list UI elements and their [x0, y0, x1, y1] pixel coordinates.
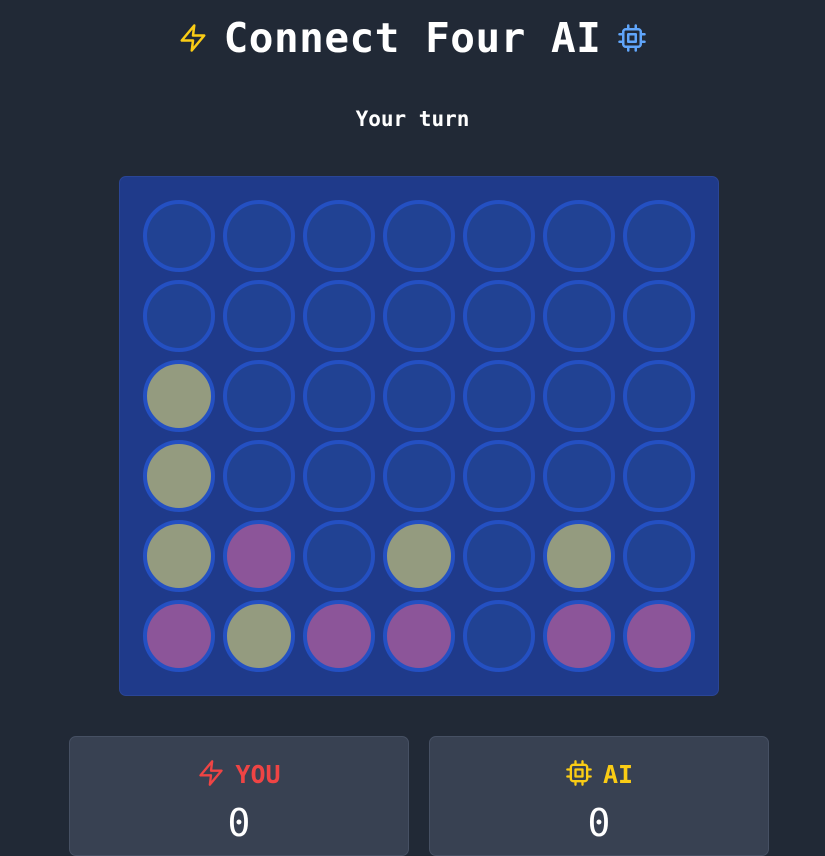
player-disc [143, 360, 215, 432]
board-cell[interactable] [219, 596, 299, 676]
player-score-value: 0 [227, 801, 251, 845]
board-cell[interactable] [459, 596, 539, 676]
board-cell[interactable] [619, 516, 699, 596]
ai-disc [223, 520, 295, 592]
board-cell[interactable] [459, 356, 539, 436]
ai-disc [623, 600, 695, 672]
ai-score-label: AI [602, 760, 634, 789]
ai-score-card: AI 0 [429, 736, 769, 856]
board-cell[interactable] [219, 356, 299, 436]
empty-slot [223, 200, 295, 272]
empty-slot [543, 440, 615, 512]
empty-slot [383, 280, 455, 352]
board-cell[interactable] [299, 596, 379, 676]
cpu-chip-icon [565, 759, 593, 791]
empty-slot [143, 200, 215, 272]
board-cell[interactable] [459, 436, 539, 516]
empty-slot [383, 440, 455, 512]
board-cell[interactable] [379, 596, 459, 676]
ai-disc [543, 600, 615, 672]
board-cell[interactable] [619, 276, 699, 356]
player-disc [223, 600, 295, 672]
app-title: Connect Four AI [223, 14, 602, 62]
empty-slot [623, 280, 695, 352]
cpu-chip-icon [617, 23, 647, 53]
board-cell[interactable] [379, 436, 459, 516]
board-cell[interactable] [539, 196, 619, 276]
board-cell[interactable] [139, 276, 219, 356]
board-cell[interactable] [139, 356, 219, 436]
empty-slot [543, 280, 615, 352]
empty-slot [463, 280, 535, 352]
player-score-card: YOU 0 [69, 736, 409, 856]
board-cell[interactable] [539, 436, 619, 516]
empty-slot [463, 200, 535, 272]
empty-slot [383, 200, 455, 272]
board-cell[interactable] [219, 276, 299, 356]
player-disc [143, 520, 215, 592]
empty-slot [623, 200, 695, 272]
ai-disc [143, 600, 215, 672]
empty-slot [463, 360, 535, 432]
board-cell[interactable] [539, 516, 619, 596]
board-cell[interactable] [459, 196, 539, 276]
player-disc [143, 440, 215, 512]
board-cell[interactable] [139, 196, 219, 276]
board-cell[interactable] [139, 516, 219, 596]
board-cell[interactable] [219, 436, 299, 516]
header: Connect Four AI [0, 14, 825, 62]
board-cell[interactable] [539, 356, 619, 436]
empty-slot [463, 600, 535, 672]
board-cell[interactable] [379, 276, 459, 356]
ai-disc [383, 600, 455, 672]
empty-slot [543, 360, 615, 432]
board-cell[interactable] [619, 596, 699, 676]
empty-slot [623, 440, 695, 512]
empty-slot [303, 360, 375, 432]
board-cell[interactable] [379, 356, 459, 436]
empty-slot [463, 440, 535, 512]
empty-slot [143, 280, 215, 352]
board-cell[interactable] [299, 196, 379, 276]
empty-slot [223, 440, 295, 512]
board-cell[interactable] [539, 596, 619, 676]
empty-slot [543, 200, 615, 272]
ai-disc [303, 600, 375, 672]
ai-score-value: 0 [587, 801, 611, 845]
board-cell[interactable] [459, 276, 539, 356]
player-disc [543, 520, 615, 592]
board-cell[interactable] [299, 276, 379, 356]
empty-slot [623, 360, 695, 432]
board-cell[interactable] [219, 516, 299, 596]
game-board [119, 176, 719, 696]
board-cell[interactable] [539, 276, 619, 356]
board-cell[interactable] [379, 196, 459, 276]
board-cell[interactable] [299, 436, 379, 516]
lightning-icon [178, 23, 208, 53]
empty-slot [303, 200, 375, 272]
board-cell[interactable] [139, 436, 219, 516]
board-cell[interactable] [619, 356, 699, 436]
empty-slot [383, 360, 455, 432]
lightning-icon [197, 759, 225, 791]
board-grid [139, 196, 699, 676]
empty-slot [303, 280, 375, 352]
board-cell[interactable] [219, 196, 299, 276]
board-cell[interactable] [139, 596, 219, 676]
board-cell[interactable] [619, 436, 699, 516]
player-score-label: YOU [235, 760, 281, 789]
board-cell[interactable] [619, 196, 699, 276]
player-disc [383, 520, 455, 592]
board-cell[interactable] [299, 356, 379, 436]
empty-slot [223, 280, 295, 352]
empty-slot [303, 520, 375, 592]
board-cell[interactable] [459, 516, 539, 596]
board-cell[interactable] [299, 516, 379, 596]
turn-status: Your turn [355, 107, 470, 131]
empty-slot [223, 360, 295, 432]
board-cell[interactable] [379, 516, 459, 596]
empty-slot [303, 440, 375, 512]
empty-slot [463, 520, 535, 592]
empty-slot [623, 520, 695, 592]
